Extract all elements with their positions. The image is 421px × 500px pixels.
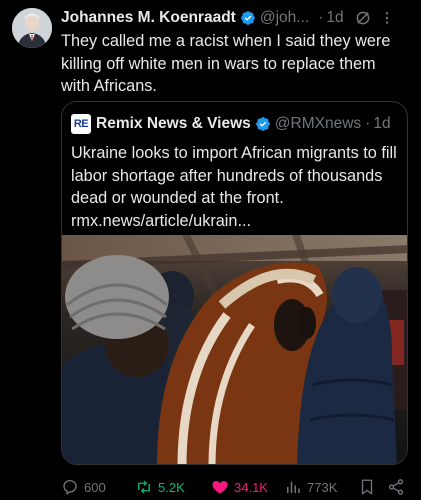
verified-badge-icon [255, 117, 270, 131]
post-time[interactable]: 1d [326, 9, 343, 27]
post-header: Johannes M. Koenraadt @joh... · 1d [61, 7, 413, 29]
repost-button[interactable]: 5.2K [135, 478, 185, 496]
quoted-photo[interactable] [62, 235, 408, 465]
views-count: 773K [307, 479, 338, 495]
like-button[interactable]: 34.1K [211, 478, 268, 496]
like-icon [212, 481, 228, 494]
share-button[interactable] [387, 478, 410, 496]
post-text: They called me a racist when I said they… [61, 32, 391, 95]
bookmark-button[interactable] [358, 478, 381, 496]
quoted-time[interactable]: 1d [373, 115, 390, 133]
quoted-post[interactable]: RE Remix News & Views @RMXnews · 1d Ukra… [61, 101, 408, 465]
like-count: 34.1K [234, 479, 268, 495]
separator-dot: · [365, 115, 371, 132]
quoted-handle[interactable]: @RMXnews [275, 115, 361, 133]
views-button[interactable]: 773K [284, 478, 337, 496]
repost-count: 5.2K [158, 479, 185, 495]
verified-badge-icon [241, 11, 255, 25]
quoted-text: Ukraine looks to import African migrants… [71, 144, 397, 230]
author-handle[interactable]: @joh... [260, 9, 309, 27]
repost-icon [138, 480, 150, 494]
bookmark-icon [361, 479, 373, 495]
action-bar: 600 5.2K 34.1K 773K [61, 476, 413, 498]
quoted-author-name[interactable]: Remix News & Views [96, 115, 251, 133]
separator-dot: · [318, 9, 324, 26]
avatar-image [12, 8, 52, 48]
views-icon [287, 481, 300, 493]
author-avatar[interactable] [12, 8, 52, 48]
reply-count: 600 [84, 479, 106, 495]
reply-icon [63, 479, 77, 495]
share-icon [388, 479, 404, 495]
author-name[interactable]: Johannes M. Koenraadt [61, 9, 236, 27]
quoted-header: RE Remix News & Views @RMXnews · 1d [71, 114, 401, 134]
reply-button[interactable]: 600 [61, 478, 106, 496]
quoted-avatar[interactable]: RE [71, 114, 91, 134]
more-icon[interactable] [379, 10, 395, 26]
grok-icon[interactable] [354, 9, 372, 27]
